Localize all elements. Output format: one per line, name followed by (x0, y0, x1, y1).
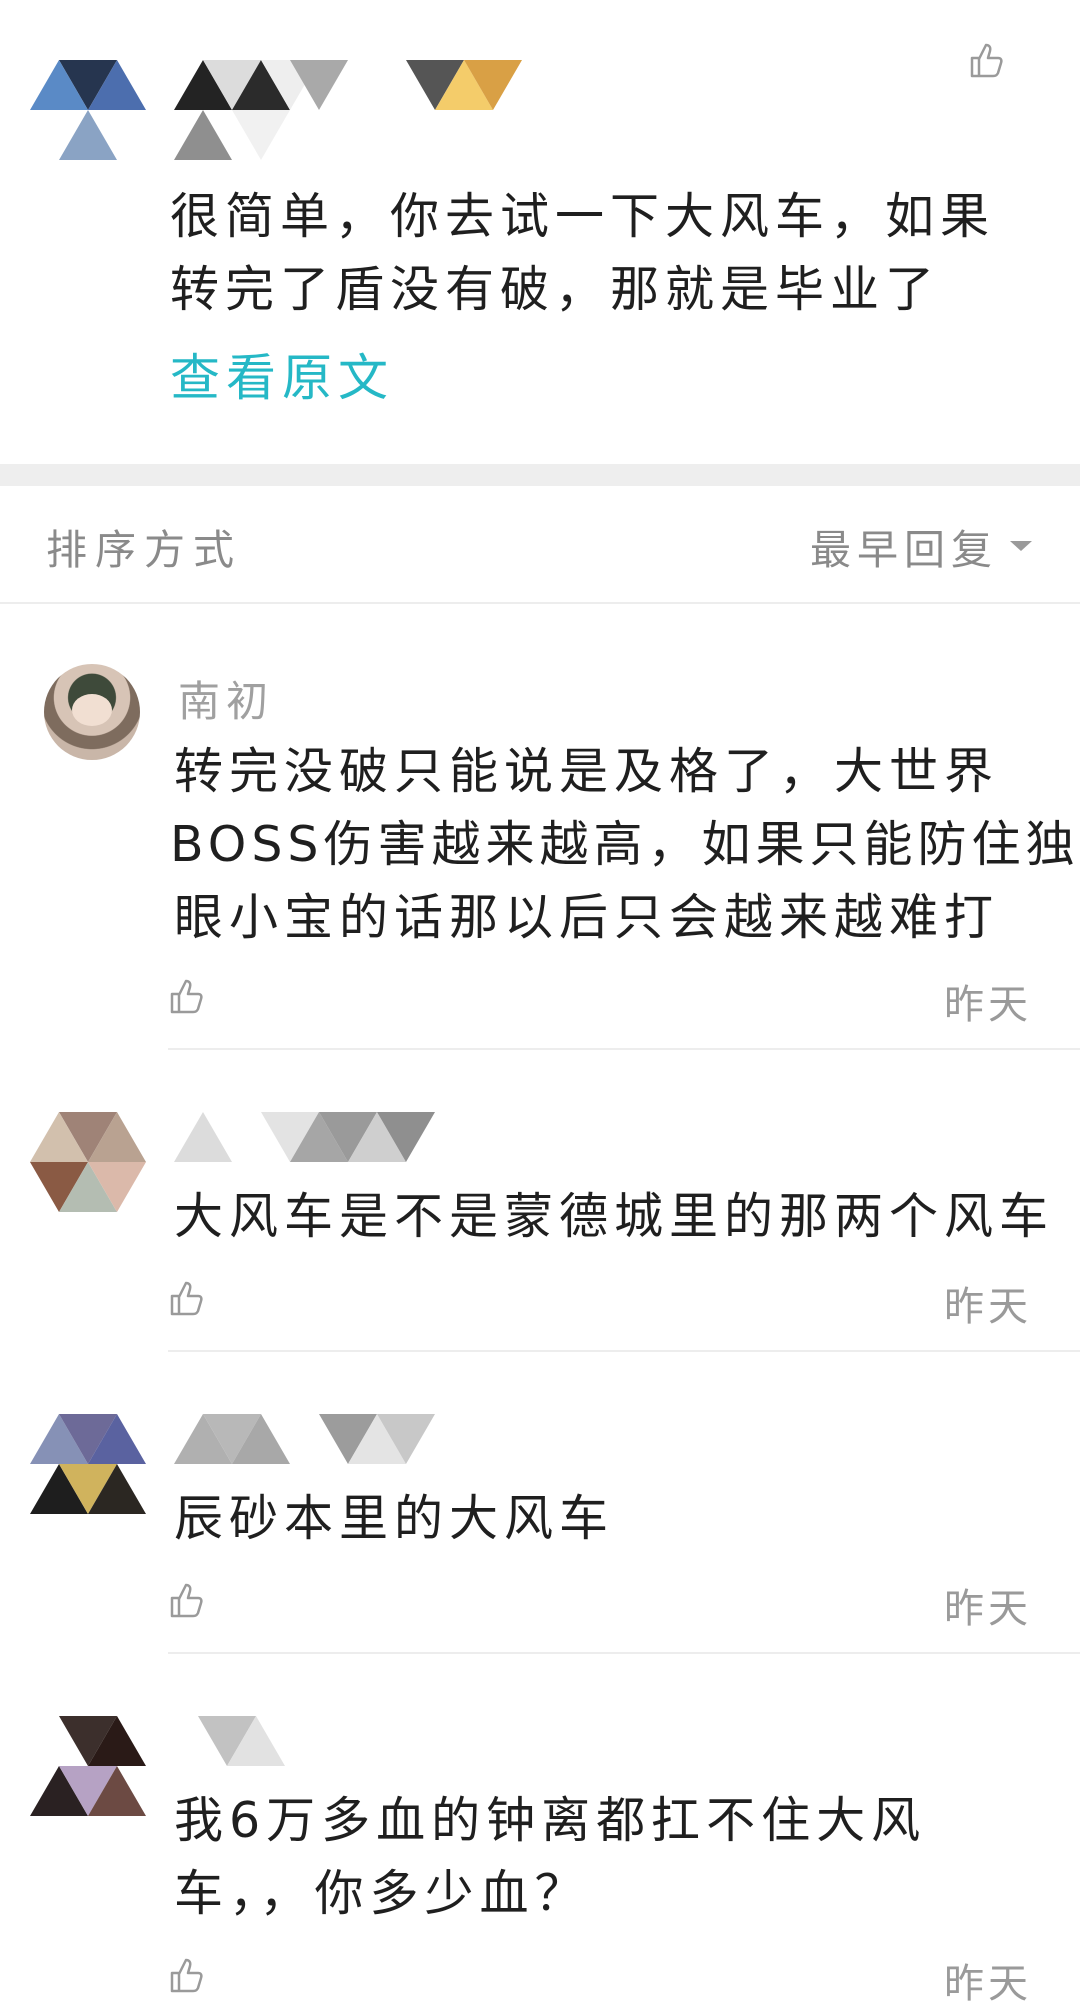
thumbs-up-icon (970, 43, 1003, 78)
thumbs-up-icon (170, 979, 203, 1014)
reply-username-mosaic (198, 1716, 298, 1766)
sort-selected-value: 最早回复 (810, 526, 998, 574)
thumbs-up-icon (170, 1281, 203, 1316)
reply-avatar[interactable] (30, 1112, 146, 1212)
thumbs-up-icon (170, 1583, 203, 1618)
reply-avatar[interactable] (30, 1716, 146, 1816)
reply-like-button[interactable] (168, 1955, 208, 1995)
op-like-button[interactable] (968, 40, 1008, 80)
reply-time: 昨天 (944, 982, 1032, 1028)
reply-text-line1: 转完没破只能说是及格了，大世界 (174, 743, 1000, 800)
sort-label: 排序方式 (46, 526, 242, 574)
reply-text-line1: 大风车是不是蒙德城里的那两个风车 (174, 1188, 1055, 1245)
reply-like-button[interactable] (168, 976, 208, 1016)
view-original-link[interactable]: 查看原文 (170, 342, 394, 415)
op-text-line1: 很简单，你去试一下大风车，如果 (170, 188, 996, 245)
reply-text-line1: 辰砂本里的大风车 (174, 1490, 615, 1547)
sort-bar-divider (0, 602, 1080, 604)
reply-text-line1: 我6万多血的钟离都扛不住大风 (174, 1792, 927, 1849)
reply-username[interactable]: 南初 (178, 668, 274, 729)
reply-like-button[interactable] (168, 1580, 208, 1620)
thumbs-up-icon (170, 1958, 203, 1993)
op-text-line2: 转完了盾没有破，那就是毕业了 (170, 261, 941, 318)
reply-username-mosaic (174, 1414, 444, 1464)
reply-divider (168, 1048, 1080, 1050)
reply-text-line2: 车，，你多少血？ (174, 1865, 590, 1922)
sort-selector[interactable]: 最早回复 (810, 516, 1032, 576)
reply-divider (168, 1652, 1080, 1654)
reply-time: 昨天 (944, 1586, 1032, 1632)
reply-avatar[interactable] (44, 664, 140, 760)
op-username-mosaic (174, 60, 554, 160)
chevron-down-icon (1010, 541, 1032, 551)
op-avatar[interactable] (30, 60, 146, 160)
reply-avatar[interactable] (30, 1414, 146, 1514)
reply-like-button[interactable] (168, 1278, 208, 1318)
reply-username-mosaic (174, 1112, 444, 1162)
reply-divider (168, 1350, 1080, 1352)
reply-text-line2: BOSS伤害越来越高，如果只能防住独 (170, 816, 1080, 873)
reply-text-line3: 眼小宝的话那以后只会越来越难打 (174, 889, 1000, 946)
section-divider (0, 464, 1080, 486)
reply-time: 昨天 (944, 1284, 1032, 1330)
reply-time: 昨天 (944, 1961, 1032, 2007)
